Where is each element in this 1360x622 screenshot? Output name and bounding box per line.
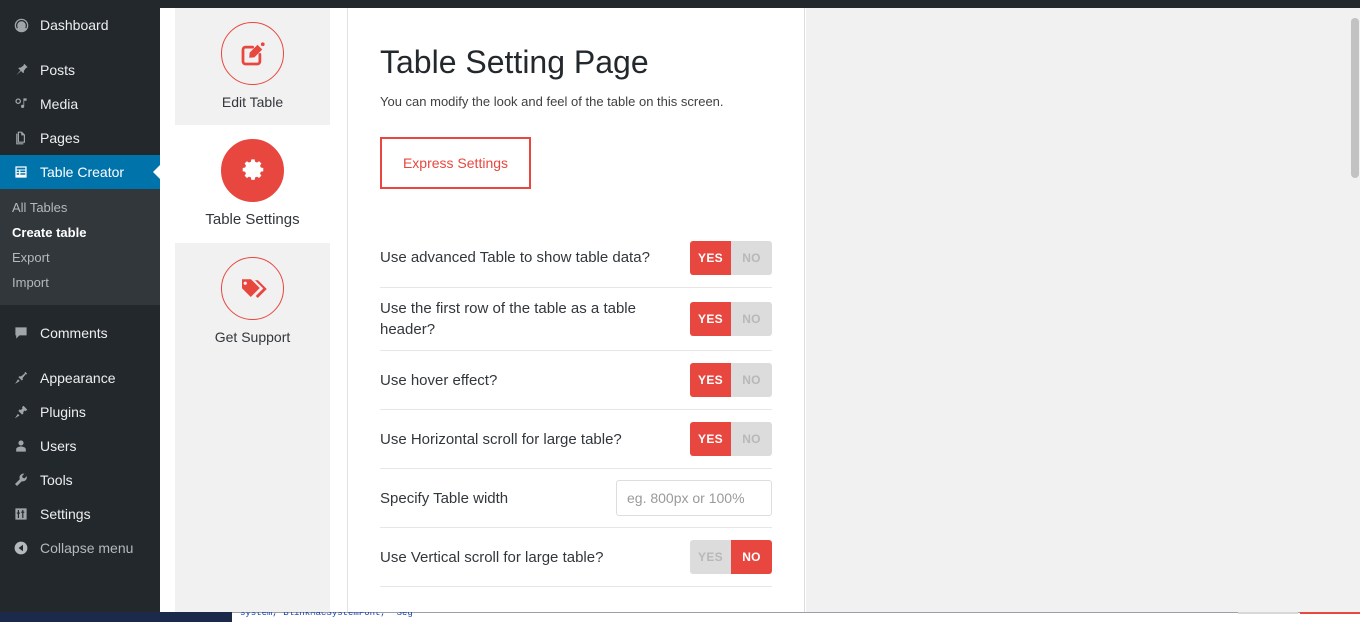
sidebar-separator: [0, 305, 160, 316]
toggle-yes-option[interactable]: YES: [690, 422, 731, 457]
submenu-item-export[interactable]: Export: [0, 245, 160, 270]
toggle-no-option[interactable]: NO: [731, 240, 772, 275]
editor-code-line: system, BlinkMacSystemFont, "Seg: [240, 612, 413, 618]
setting-row-first-row-header: Use the first row of the table as a tabl…: [380, 288, 772, 352]
table-width-input[interactable]: [616, 480, 772, 517]
main-content-panel: Table Setting Page You can modify the lo…: [347, 8, 805, 622]
sidebar-item-label: Dashboard: [40, 17, 109, 33]
express-settings-button[interactable]: Express Settings: [380, 136, 531, 189]
setting-row-hover-effect: Use hover effect? YES NO: [380, 351, 772, 411]
setting-row-table-width: Specify Table width: [380, 469, 772, 529]
table-icon: [10, 162, 32, 182]
nav-tile-get-support[interactable]: Get Support: [175, 243, 330, 360]
setting-label: Use the first row of the table as a tabl…: [380, 299, 636, 339]
sidebar-item-posts[interactable]: Posts: [0, 53, 160, 87]
code-editor-sliver: system, BlinkMacSystemFont, "Seg: [0, 612, 1360, 622]
sidebar-separator: [0, 350, 160, 361]
sidebar-separator: [0, 42, 160, 53]
sliver-tab-chip-gray: [1238, 612, 1298, 614]
edit-square-icon: [221, 22, 284, 85]
page-subtitle: You can modify the look and feel of the …: [380, 93, 724, 109]
page-title: Table Setting Page: [380, 44, 649, 80]
gear-icon: [221, 139, 284, 202]
plug-icon: [10, 402, 32, 422]
app-root: Dashboard Posts Media Pages Table Creato…: [0, 0, 1360, 622]
setting-row-horizontal-scroll: Use Horizontal scroll for large table? Y…: [380, 410, 772, 470]
dashboard-icon: [10, 15, 32, 35]
sidebar-item-label: Appearance: [40, 370, 116, 386]
sidebar-item-settings[interactable]: Settings: [0, 497, 160, 531]
toggle-yes-option[interactable]: YES: [690, 240, 731, 275]
pin-icon: [10, 60, 32, 80]
sidebar-item-label: Collapse menu: [40, 540, 134, 556]
comment-icon: [10, 323, 32, 343]
sidebar-item-label: Table Creator: [40, 164, 125, 180]
toggle-no-option[interactable]: NO: [731, 363, 772, 398]
nav-tile-label: Table Settings: [205, 211, 300, 228]
setting-label: Use Horizontal scroll for large table?: [380, 430, 622, 448]
page-scrollbar-thumb[interactable]: [1351, 18, 1359, 178]
sliver-tab-chip-red: [1300, 612, 1360, 614]
sidebar-item-label: Users: [40, 438, 77, 454]
sidebar-item-label: Media: [40, 96, 79, 112]
pages-icon: [10, 128, 32, 148]
wp-admin-bar: [0, 0, 1360, 8]
setting-label: Specify Table width: [380, 489, 509, 507]
toggle-advanced-table[interactable]: YES NO: [690, 240, 772, 275]
toggle-first-row-header[interactable]: YES NO: [690, 302, 772, 337]
setting-label: Use Vertical scroll for large table?: [380, 548, 604, 566]
sidebar-item-collapse-menu[interactable]: Collapse menu: [0, 531, 160, 565]
sliders-icon: [10, 504, 32, 524]
toggle-vertical-scroll[interactable]: YES NO: [690, 540, 772, 575]
sidebar-item-label: Posts: [40, 62, 76, 78]
workspace-empty-area: [806, 8, 1360, 622]
sidebar-item-label: Settings: [40, 506, 91, 522]
toggle-hover-effect[interactable]: YES NO: [690, 363, 772, 398]
toggle-yes-option[interactable]: YES: [690, 302, 731, 337]
setting-label: Use hover effect?: [380, 371, 498, 389]
setting-row-vertical-scroll: Use Vertical scroll for large table? YES…: [380, 528, 772, 588]
setting-label: Use advanced Table to show table data?: [380, 249, 650, 267]
nav-tile-table-settings[interactable]: Table Settings: [175, 125, 330, 243]
sidebar-item-users[interactable]: Users: [0, 429, 160, 463]
sidebar-item-label: Pages: [40, 130, 80, 146]
collapse-arrow-icon: [10, 538, 32, 558]
submenu-item-import[interactable]: Import: [0, 270, 160, 295]
setting-row-advanced-table: Use advanced Table to show table data? Y…: [380, 229, 772, 288]
sidebar-item-media[interactable]: Media: [0, 87, 160, 121]
user-icon: [10, 436, 32, 456]
sidebar-item-label: Plugins: [40, 404, 86, 420]
editor-gutter: [0, 612, 232, 622]
nav-tile-label: Get Support: [214, 329, 291, 345]
submenu-item-all-tables[interactable]: All Tables: [0, 195, 160, 220]
sidebar-item-label: Comments: [40, 325, 108, 341]
toggle-yes-option[interactable]: YES: [690, 363, 731, 398]
plugin-nav-column: Edit Table Table Settings Get Support: [175, 8, 330, 622]
toggle-no-option[interactable]: NO: [731, 540, 772, 575]
nav-tile-label: Edit Table: [221, 94, 284, 110]
brush-icon: [10, 368, 32, 388]
sidebar-item-plugins[interactable]: Plugins: [0, 395, 160, 429]
toggle-no-option[interactable]: NO: [731, 422, 772, 457]
table-creator-submenu: All Tables Create table Export Import: [0, 189, 160, 305]
tags-icon: [221, 257, 284, 320]
nav-tile-edit-table[interactable]: Edit Table: [175, 8, 330, 125]
sidebar-item-pages[interactable]: Pages: [0, 121, 160, 155]
toggle-horizontal-scroll[interactable]: YES NO: [690, 422, 772, 457]
toggle-yes-option[interactable]: YES: [690, 540, 731, 575]
sidebar-item-appearance[interactable]: Appearance: [0, 361, 160, 395]
submenu-item-create-table[interactable]: Create table: [0, 220, 160, 245]
toggle-no-option[interactable]: NO: [731, 302, 772, 337]
sidebar-item-tools[interactable]: Tools: [0, 463, 160, 497]
sidebar-item-table-creator[interactable]: Table Creator: [0, 155, 160, 189]
sidebar-item-dashboard[interactable]: Dashboard: [0, 8, 160, 42]
wrench-icon: [10, 470, 32, 490]
media-icon: [10, 94, 32, 114]
sidebar-item-comments[interactable]: Comments: [0, 316, 160, 350]
sidebar-item-label: Tools: [40, 472, 73, 488]
wp-admin-sidebar: Dashboard Posts Media Pages Table Creato…: [0, 0, 160, 622]
